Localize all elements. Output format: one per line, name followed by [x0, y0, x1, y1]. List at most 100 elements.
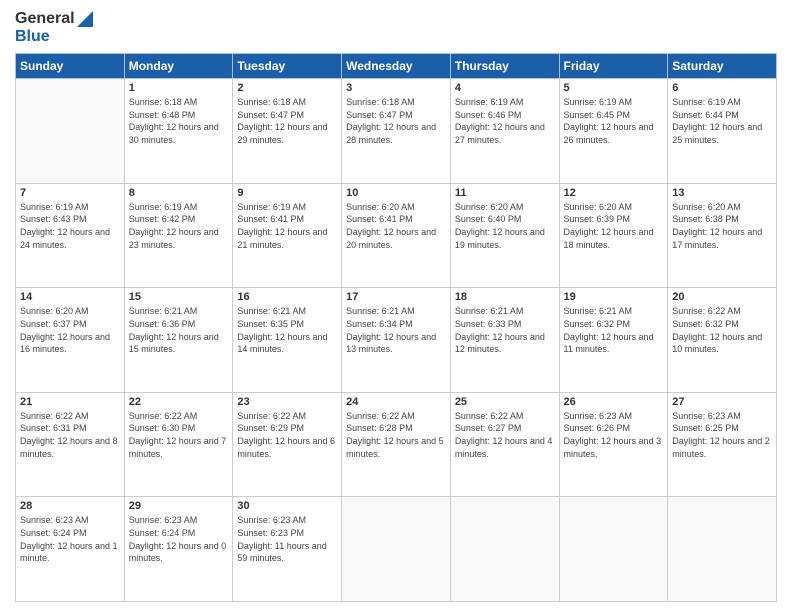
day-number: 26: [564, 396, 664, 408]
day-number: 23: [237, 396, 337, 408]
day-info: Sunrise: 6:18 AMSunset: 6:47 PMDaylight:…: [237, 96, 337, 146]
day-info: Sunrise: 6:21 AMSunset: 6:36 PMDaylight:…: [129, 305, 229, 355]
day-number: 19: [564, 291, 664, 303]
day-number: 16: [237, 291, 337, 303]
day-number: 25: [455, 396, 555, 408]
weekday-header-wednesday: Wednesday: [342, 54, 451, 79]
calendar-cell: [450, 497, 559, 602]
calendar-cell: [559, 497, 668, 602]
day-number: 21: [20, 396, 120, 408]
day-info: Sunrise: 6:20 AMSunset: 6:38 PMDaylight:…: [672, 201, 772, 251]
calendar-cell: 19 Sunrise: 6:21 AMSunset: 6:32 PMDayligh…: [559, 288, 668, 393]
day-info: Sunrise: 6:23 AMSunset: 6:23 PMDaylight:…: [237, 514, 337, 564]
calendar-cell: 22Sunrise: 6:22 AMSunset: 6:30 PMDayligh…: [124, 392, 233, 497]
day-number: 12: [564, 187, 664, 199]
day-number: 3: [346, 82, 446, 94]
weekday-header-friday: Friday: [559, 54, 668, 79]
weekday-header-row: SundayMondayTuesdayWednesdayThursdayFrid…: [16, 54, 777, 79]
calendar-cell: [342, 497, 451, 602]
calendar-cell: 3 Sunrise: 6:18 AMSunset: 6:47 PMDaylight…: [342, 79, 451, 184]
calendar-cell: 27 Sunrise: 6:23 AMSunset: 6:25 PMDayligh…: [668, 392, 777, 497]
day-info: Sunrise: 6:20 AMSunset: 6:39 PMDaylight:…: [564, 201, 664, 251]
day-info: Sunrise: 6:22 AMSunset: 6:29 PMDaylight:…: [237, 410, 337, 460]
calendar-cell: 29 Sunrise: 6:23 AMSunset: 6:24 PMDayligh…: [124, 497, 233, 602]
day-number: 5: [564, 82, 664, 94]
calendar-cell: 17 Sunrise: 6:21 AMSunset: 6:34 PMDayligh…: [342, 288, 451, 393]
week-row-2: 7Sunrise: 6:19 AMSunset: 6:43 PMDaylight…: [16, 183, 777, 288]
weekday-header-tuesday: Tuesday: [233, 54, 342, 79]
day-info: Sunrise: 6:21 AMSunset: 6:33 PMDaylight:…: [455, 305, 555, 355]
calendar-cell: [668, 497, 777, 602]
day-info: Sunrise: 6:23 AMSunset: 6:24 PMDaylight:…: [129, 514, 229, 564]
calendar-cell: 18 Sunrise: 6:21 AMSunset: 6:33 PMDayligh…: [450, 288, 559, 393]
day-number: 4: [455, 82, 555, 94]
calendar-cell: 9 Sunrise: 6:19 AMSunset: 6:41 PMDaylight…: [233, 183, 342, 288]
day-info: Sunrise: 6:22 AMSunset: 6:27 PMDaylight:…: [455, 410, 555, 460]
day-info: Sunrise: 6:20 AMSunset: 6:37 PMDaylight:…: [20, 305, 120, 355]
day-info: Sunrise: 6:19 AMSunset: 6:41 PMDaylight:…: [237, 201, 337, 251]
day-number: 6: [672, 82, 772, 94]
day-info: Sunrise: 6:20 AMSunset: 6:41 PMDaylight:…: [346, 201, 446, 251]
calendar-cell: 4Sunrise: 6:19 AMSunset: 6:46 PMDaylight…: [450, 79, 559, 184]
day-number: 29: [129, 500, 229, 512]
day-info: Sunrise: 6:18 AMSunset: 6:48 PMDaylight:…: [129, 96, 229, 146]
day-number: 1: [129, 82, 229, 94]
day-info: Sunrise: 6:23 AMSunset: 6:24 PMDaylight:…: [20, 514, 120, 564]
day-number: 15: [129, 291, 229, 303]
calendar-cell: 7Sunrise: 6:19 AMSunset: 6:43 PMDaylight…: [16, 183, 125, 288]
logo-blue: Blue: [15, 28, 93, 46]
calendar-cell: 25 Sunrise: 6:22 AMSunset: 6:27 PMDayligh…: [450, 392, 559, 497]
logo-arrow-icon: [77, 11, 93, 27]
week-row-1: 1 Sunrise: 6:18 AMSunset: 6:48 PMDaylight…: [16, 79, 777, 184]
day-number: 17: [346, 291, 446, 303]
calendar-cell: 14Sunrise: 6:20 AMSunset: 6:37 PMDayligh…: [16, 288, 125, 393]
calendar-cell: 30 Sunrise: 6:23 AMSunset: 6:23 PMDayligh…: [233, 497, 342, 602]
calendar-cell: 8 Sunrise: 6:19 AMSunset: 6:42 PMDaylight…: [124, 183, 233, 288]
day-number: 8: [129, 187, 229, 199]
day-number: 28: [20, 500, 120, 512]
day-info: Sunrise: 6:19 AMSunset: 6:44 PMDaylight:…: [672, 96, 772, 146]
day-number: 2: [237, 82, 337, 94]
weekday-header-saturday: Saturday: [668, 54, 777, 79]
calendar-body: 1 Sunrise: 6:18 AMSunset: 6:48 PMDaylight…: [16, 79, 777, 602]
week-row-5: 28 Sunrise: 6:23 AMSunset: 6:24 PMDayligh…: [16, 497, 777, 602]
day-info: Sunrise: 6:21 AMSunset: 6:35 PMDaylight:…: [237, 305, 337, 355]
calendar-cell: 23 Sunrise: 6:22 AMSunset: 6:29 PMDayligh…: [233, 392, 342, 497]
calendar-cell: 11Sunrise: 6:20 AMSunset: 6:40 PMDayligh…: [450, 183, 559, 288]
week-row-3: 14Sunrise: 6:20 AMSunset: 6:37 PMDayligh…: [16, 288, 777, 393]
day-info: Sunrise: 6:21 AMSunset: 6:34 PMDaylight:…: [346, 305, 446, 355]
day-number: 9: [237, 187, 337, 199]
calendar-table: SundayMondayTuesdayWednesdayThursdayFrid…: [15, 53, 777, 602]
calendar-cell: 10 Sunrise: 6:20 AMSunset: 6:41 PMDayligh…: [342, 183, 451, 288]
calendar-cell: 5 Sunrise: 6:19 AMSunset: 6:45 PMDaylight…: [559, 79, 668, 184]
calendar-cell: 12 Sunrise: 6:20 AMSunset: 6:39 PMDayligh…: [559, 183, 668, 288]
day-info: Sunrise: 6:22 AMSunset: 6:32 PMDaylight:…: [672, 305, 772, 355]
day-number: 18: [455, 291, 555, 303]
day-info: Sunrise: 6:21 AMSunset: 6:32 PMDaylight:…: [564, 305, 664, 355]
day-number: 27: [672, 396, 772, 408]
day-info: Sunrise: 6:19 AMSunset: 6:42 PMDaylight:…: [129, 201, 229, 251]
calendar-cell: 24Sunrise: 6:22 AMSunset: 6:28 PMDayligh…: [342, 392, 451, 497]
day-info: Sunrise: 6:18 AMSunset: 6:47 PMDaylight:…: [346, 96, 446, 146]
logo-general: General: [15, 10, 93, 28]
calendar-cell: 15 Sunrise: 6:21 AMSunset: 6:36 PMDayligh…: [124, 288, 233, 393]
calendar-cell: 2 Sunrise: 6:18 AMSunset: 6:47 PMDaylight…: [233, 79, 342, 184]
day-info: Sunrise: 6:23 AMSunset: 6:25 PMDaylight:…: [672, 410, 772, 460]
day-number: 30: [237, 500, 337, 512]
day-number: 10: [346, 187, 446, 199]
weekday-header-monday: Monday: [124, 54, 233, 79]
calendar-cell: 13 Sunrise: 6:20 AMSunset: 6:38 PMDayligh…: [668, 183, 777, 288]
header: General Blue: [15, 10, 777, 45]
day-info: Sunrise: 6:19 AMSunset: 6:45 PMDaylight:…: [564, 96, 664, 146]
calendar-cell: 6 Sunrise: 6:19 AMSunset: 6:44 PMDaylight…: [668, 79, 777, 184]
day-info: Sunrise: 6:22 AMSunset: 6:31 PMDaylight:…: [20, 410, 120, 460]
day-info: Sunrise: 6:22 AMSunset: 6:28 PMDaylight:…: [346, 410, 446, 460]
day-info: Sunrise: 6:20 AMSunset: 6:40 PMDaylight:…: [455, 201, 555, 251]
page: General Blue SundayMondayTuesdayWednesda…: [0, 0, 792, 612]
calendar-cell: 21 Sunrise: 6:22 AMSunset: 6:31 PMDayligh…: [16, 392, 125, 497]
day-number: 20: [672, 291, 772, 303]
calendar-cell: 20 Sunrise: 6:22 AMSunset: 6:32 PMDayligh…: [668, 288, 777, 393]
day-info: Sunrise: 6:22 AMSunset: 6:30 PMDaylight:…: [129, 410, 229, 460]
day-number: 13: [672, 187, 772, 199]
week-row-4: 21 Sunrise: 6:22 AMSunset: 6:31 PMDayligh…: [16, 392, 777, 497]
